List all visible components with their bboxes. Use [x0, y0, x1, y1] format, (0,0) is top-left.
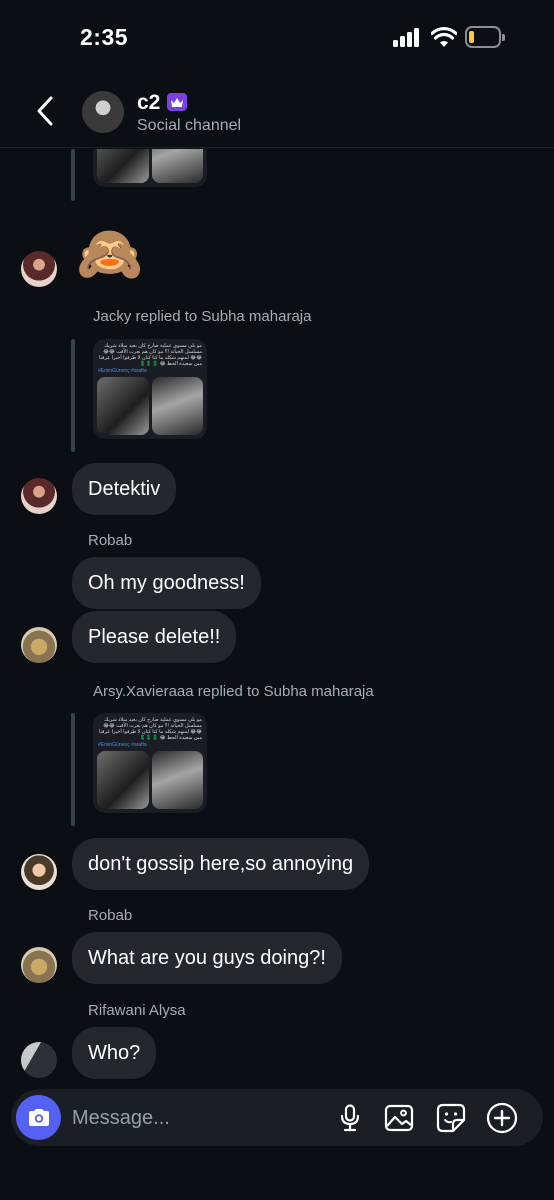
- shared-post-card[interactable]: مو بلي مسوي عملية صارخ كان بعيد ميلاد شر…: [93, 713, 207, 813]
- avatar[interactable]: [21, 854, 57, 890]
- microphone-icon: [340, 1104, 360, 1132]
- shared-post-card[interactable]: مو بلي مسوي عملية صارخ كان بعيد ميلاد شر…: [93, 339, 207, 439]
- sticker-icon: [436, 1103, 466, 1133]
- microphone-button[interactable]: [334, 1102, 366, 1134]
- reply-bar: [71, 713, 75, 826]
- message-composer: [11, 1089, 543, 1146]
- wifi-icon: [431, 26, 457, 47]
- reply-bar: [71, 149, 75, 201]
- sender-name: Robab: [88, 907, 133, 924]
- back-button[interactable]: [30, 94, 60, 128]
- message-bubble[interactable]: Detektiv: [72, 463, 177, 515]
- shared-post-card[interactable]: مو بلي مسوي عملية صارخ كان بعيد ميلاد شر…: [93, 149, 207, 187]
- post-image: [151, 149, 203, 183]
- chevron-left-icon: [37, 96, 53, 126]
- channel-subtitle: Social channel: [137, 117, 242, 134]
- message-bubble[interactable]: Please delete!!: [72, 611, 237, 663]
- chat-header: c2 Social channel: [0, 76, 554, 148]
- plus-circle-icon: [486, 1102, 518, 1134]
- avatar[interactable]: [21, 478, 57, 514]
- camera-button[interactable]: [16, 1095, 61, 1140]
- post-image: [97, 751, 149, 809]
- status-bar: 2:35: [0, 0, 554, 76]
- message-input[interactable]: [72, 1100, 322, 1136]
- message-bubble[interactable]: don't gossip here,so annoying: [72, 838, 370, 890]
- sender-name: Rifawani Alysa: [88, 1002, 186, 1019]
- avatar[interactable]: [21, 1042, 57, 1078]
- reply-label: Jacky replied to Subha maharaja: [93, 308, 312, 325]
- crown-icon: [167, 93, 187, 111]
- avatar[interactable]: [21, 627, 57, 663]
- sticker-button[interactable]: [435, 1102, 467, 1134]
- status-time: 2:35: [80, 24, 129, 50]
- post-image: [151, 751, 203, 809]
- emoji-message[interactable]: 🙈: [76, 222, 143, 286]
- message-bubble[interactable]: Oh my goodness!: [72, 557, 261, 609]
- camera-icon: [28, 1108, 49, 1126]
- message-list[interactable]: مو بلي مسوي عملية صارخ كان بعيد ميلاد شر…: [0, 149, 554, 1089]
- reply-label: Arsy.Xavieraaa replied to Subha maharaja: [93, 683, 374, 700]
- channel-title[interactable]: c2: [137, 91, 160, 115]
- avatar[interactable]: [21, 251, 57, 287]
- channel-avatar[interactable]: [82, 91, 124, 133]
- avatar[interactable]: [21, 947, 57, 983]
- post-image: [97, 149, 149, 183]
- cellular-signal-icon: [393, 28, 421, 47]
- battery-icon: [465, 26, 505, 48]
- image-icon: [384, 1104, 414, 1132]
- post-image: [97, 377, 149, 435]
- gallery-button[interactable]: [383, 1102, 415, 1134]
- add-button[interactable]: [486, 1102, 518, 1134]
- message-bubble[interactable]: Who?: [72, 1027, 157, 1079]
- reply-bar: [71, 339, 75, 452]
- message-bubble[interactable]: What are you guys doing?!: [72, 932, 342, 984]
- sender-name: Robab: [88, 532, 133, 549]
- post-image: [151, 377, 203, 435]
